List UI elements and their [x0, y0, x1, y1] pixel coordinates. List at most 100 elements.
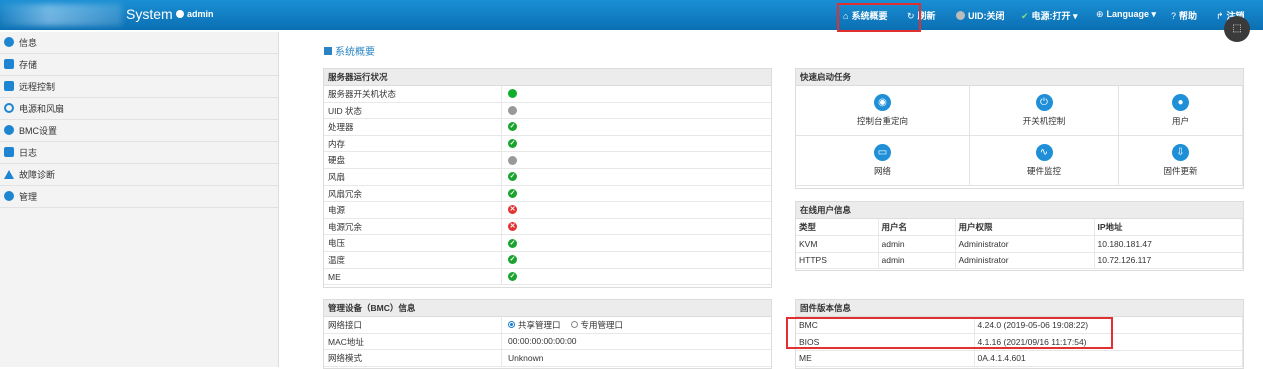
table-cell: KVM [796, 235, 879, 253]
sidebar-item-label: BMC设置 [19, 126, 57, 136]
app-title: System [126, 6, 173, 22]
quick-tasks-title: 快速启动任务 [796, 69, 1243, 86]
table-cell: HTTPS [796, 252, 879, 270]
uid-dot-icon [956, 11, 965, 20]
nav-help[interactable]: ? 帮助 [1171, 9, 1197, 22]
sidebar-item-label: 远程控制 [19, 82, 56, 92]
status-label: 电压 [324, 235, 502, 251]
check-icon: ✔ [1021, 11, 1029, 21]
screenshot-tool-button[interactable]: ⬚ [1224, 16, 1250, 42]
quick-task-label: 硬件监控 [1026, 166, 1061, 176]
quick-firmware-update[interactable]: ⇩ 固件更新 [1119, 136, 1243, 186]
quick-console-redirect[interactable]: ◉ 控制台重定向 [796, 86, 970, 136]
status-row: UID 状态 [324, 102, 771, 120]
sidebar-item-diagnostics[interactable]: 故障诊断 [0, 164, 278, 186]
brand-logo [0, 4, 122, 26]
bmc-info-title: 管理设备（BMC）信息 [324, 300, 771, 317]
quick-users[interactable]: ● 用户 [1119, 86, 1243, 136]
breadcrumb-label: 系统概要 [335, 47, 375, 58]
globe-icon: ⊕ [1096, 9, 1104, 19]
quick-power-control[interactable]: ⏻ 开关机控制 [970, 86, 1119, 136]
status-value [502, 103, 517, 119]
sidebar-item-bmc-settings[interactable]: BMC设置 [0, 120, 278, 142]
status-row: 服务器开关机状态 [324, 86, 771, 103]
bmc-network-mode-row: 网络模式 Unknown [324, 350, 771, 367]
user-icon [176, 10, 184, 18]
error-circle-icon: ✕ [508, 222, 517, 232]
status-label: ME [324, 268, 502, 285]
row-value: 00:00:00:00:00:00 [508, 336, 577, 347]
status-label: UID 状态 [324, 102, 502, 119]
quick-network[interactable]: ▭ 网络 [796, 136, 970, 186]
status-value [502, 152, 517, 168]
status-label: 温度 [324, 251, 502, 268]
column-header: 用户名 [878, 219, 956, 237]
status-label: 处理器 [324, 119, 502, 135]
status-label: 风扇 [324, 168, 502, 185]
status-label: 内存 [324, 135, 502, 152]
firmware-name: ME [796, 350, 975, 368]
table-header-row: 类型 用户名 用户权限 IP地址 [796, 219, 1243, 237]
sidebar-item-logs[interactable]: 日志 [0, 142, 278, 164]
row-value: 共享管理口 专用管理口 [502, 317, 623, 333]
top-bar: System admin ⌂ 系统概要 ↻ 刷新 UID:关闭 ✔ 电源:打开 ▾ ⊕… [0, 0, 1263, 30]
check-circle-icon: ✓ [508, 122, 517, 132]
status-label: 服务器开关机状态 [324, 86, 502, 102]
status-value: ✕ [502, 202, 517, 218]
monitor-icon: ∿ [1035, 144, 1053, 161]
status-label: 硬盘 [324, 152, 502, 168]
info-icon [4, 37, 14, 47]
sidebar-item-info[interactable]: 信息 [0, 32, 278, 54]
sidebar-item-label: 故障诊断 [19, 170, 56, 180]
nav-uid[interactable]: UID:关闭 [956, 9, 1005, 22]
table-cell: 10.180.181.47 [1094, 235, 1243, 253]
unknown-dot-icon [508, 155, 517, 165]
nav-uid-label: UID:关闭 [968, 11, 1005, 21]
online-users-title: 在线用户信息 [796, 202, 1243, 219]
sidebar: 信息 存储 远程控制 电源和风扇 BMC设置 日志 故障诊断 管理 [0, 32, 279, 367]
column-header: 类型 [796, 219, 879, 237]
quick-task-label: 用户 [1171, 116, 1189, 126]
radio-dedicated-port[interactable] [570, 321, 578, 329]
quick-task-label: 网络 [873, 166, 891, 176]
table-cell: Administrator [955, 235, 1095, 253]
status-row: 电源 ✕ [324, 202, 771, 219]
server-status-rows: 服务器开关机状态 UID 状态 处理器 ✓ 内存 ✓ 硬盘 风扇 ✓ 风扇冗余 ✓ 电源 ✕ 电源冗余 ✕ 电… [324, 86, 771, 286]
status-value: ✓ [502, 136, 517, 152]
server-status-panel: 服务器运行状况 服务器开关机状态 UID 状态 处理器 ✓ 内存 ✓ 硬盘 风扇 ✓ 风扇冗余 ✓ 电… [323, 68, 772, 288]
sidebar-item-label: 存储 [19, 60, 38, 70]
gear-icon [4, 125, 14, 135]
status-row: ME ✓ [324, 268, 771, 286]
status-value: ✕ [502, 219, 517, 235]
quick-tasks-panel: 快速启动任务 ◉ 控制台重定向 ⏻ 开关机控制 ● 用户 ▭ 网络 ∿ 硬件监控 ⇩ 固件更… [795, 68, 1244, 189]
help-icon: ? [1171, 11, 1177, 21]
current-user: admin [176, 9, 214, 19]
logout-icon: ↱ [1216, 11, 1224, 21]
status-row: 内存 ✓ [324, 135, 771, 153]
quick-hardware-monitor[interactable]: ∿ 硬件监控 [970, 136, 1119, 186]
sidebar-item-management[interactable]: 管理 [0, 186, 278, 208]
console-icon: ◉ [874, 94, 891, 111]
status-value: ✓ [502, 119, 517, 135]
status-value: ✓ [502, 186, 517, 202]
nav-language-label: Language ▾ [1106, 9, 1157, 19]
status-row: 硬盘 [324, 152, 771, 169]
warning-icon [4, 170, 14, 179]
online-users-table: 类型 用户名 用户权限 IP地址 KVM admin Administrator… [796, 219, 1243, 270]
radio-shared-port[interactable] [508, 321, 515, 329]
check-circle-icon: ✓ [508, 139, 517, 149]
column-header: 用户权限 [955, 219, 1095, 237]
current-user-label: admin [187, 9, 214, 19]
status-row: 风扇冗余 ✓ [324, 185, 771, 203]
sidebar-item-remote-control[interactable]: 远程控制 [0, 76, 278, 98]
table-cell: 10.72.126.117 [1094, 252, 1243, 270]
sidebar-item-storage[interactable]: 存储 [0, 54, 278, 76]
nav-language[interactable]: ⊕ Language ▾ [1096, 9, 1156, 20]
nav-power[interactable]: ✔ 电源:打开 ▾ [1021, 9, 1078, 22]
bmc-info-panel: 管理设备（BMC）信息 网络接口 共享管理口 专用管理口 MAC地址 00:00… [323, 299, 772, 369]
status-value: ✓ [502, 235, 517, 251]
firmware-title: 固件版本信息 [796, 300, 1243, 317]
sidebar-item-label: 电源和风扇 [19, 104, 65, 114]
highlight-box-nav [837, 3, 921, 32]
sidebar-item-power-fan[interactable]: 电源和风扇 [0, 98, 278, 120]
